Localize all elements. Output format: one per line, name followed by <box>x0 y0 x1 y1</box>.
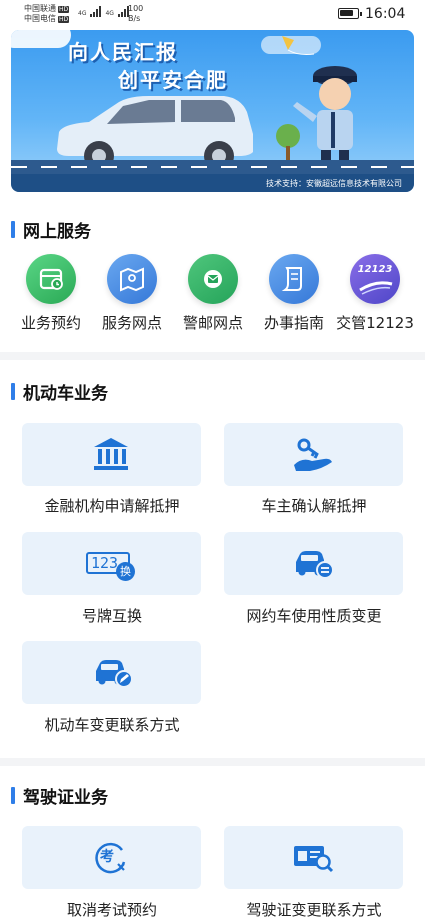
bank-icon <box>94 438 128 470</box>
guide-icon <box>269 254 319 304</box>
battery-level <box>340 10 353 16</box>
service-police-post[interactable]: 警邮网点 <box>171 254 255 333</box>
carrier-1: 中国联通 <box>24 4 56 13</box>
card-license-change-contact[interactable] <box>224 826 403 889</box>
map-icon <box>107 254 157 304</box>
section-accent-bar <box>11 221 15 238</box>
cancel-exam-icon: 考 <box>94 840 128 874</box>
status-bar: 中国联通 HD 中国电信 HD 4G 4G 100 B/s 16:04 <box>0 0 425 28</box>
card-owner-confirm-release[interactable] <box>224 423 403 486</box>
calendar-icon <box>26 254 76 304</box>
hd-badge: HD <box>58 5 70 13</box>
car-change-icon <box>296 551 334 579</box>
banner-credit: 技术支持：安徽超远信息技术有限公司 <box>266 179 402 188</box>
battery-icon <box>338 8 362 19</box>
section-divider <box>0 352 425 360</box>
road-dash-decoration <box>11 166 414 168</box>
card-plate-swap[interactable]: 123 换 <box>22 532 201 595</box>
card-label[interactable]: 车主确认解抵押 <box>214 495 414 516</box>
hd-badge: HD <box>58 15 70 23</box>
kite-icon <box>282 36 315 55</box>
12123-logo-icon: 12123 <box>350 254 400 304</box>
section-accent-bar <box>11 787 15 804</box>
plate-swap-icon: 123 换 <box>86 548 135 581</box>
card-cancel-exam-appointment[interactable]: 考 <box>22 826 201 889</box>
carrier-2: 中国电信 <box>24 14 56 23</box>
signal-icon: 4G 4G <box>78 6 129 17</box>
section-accent-bar <box>11 383 15 400</box>
promo-banner[interactable]: 向人民汇报 创平安合肥 技术支持：安徽超远信息技术有限公司 <box>11 30 414 192</box>
service-outlets[interactable]: 服务网点 <box>90 254 174 333</box>
card-label[interactable]: 号牌互换 <box>12 605 212 626</box>
carrier-info: 中国联通 HD 中国电信 HD <box>24 4 70 24</box>
car-edit-icon <box>96 660 133 688</box>
card-label[interactable]: 取消考试预约 <box>12 899 212 920</box>
cloud-decoration <box>11 30 71 48</box>
service-appointment[interactable]: 业务预约 <box>9 254 93 333</box>
card-bank-release-mortgage[interactable] <box>22 423 201 486</box>
service-12123[interactable]: 12123 交管12123 <box>333 254 417 333</box>
section-title-license-business: 驾驶证业务 <box>11 783 108 808</box>
card-ride-hailing-change[interactable] <box>224 532 403 595</box>
card-label[interactable]: 网约车使用性质变更 <box>214 605 414 626</box>
police-mascot-illustration <box>293 66 357 170</box>
hand-key-icon <box>294 438 332 471</box>
section-title-online-services: 网上服务 <box>11 217 91 242</box>
card-label[interactable]: 驾驶证变更联系方式 <box>214 899 414 920</box>
banner-title-line1: 向人民汇报 <box>68 40 178 64</box>
card-label[interactable]: 机动车变更联系方式 <box>12 714 212 735</box>
clock: 16:04 <box>365 6 406 22</box>
section-divider <box>0 758 425 766</box>
mail-icon <box>188 254 238 304</box>
card-vehicle-change-contact[interactable] <box>22 641 201 704</box>
card-label[interactable]: 金融机构申请解抵押 <box>12 495 212 516</box>
section-title-vehicle-business: 机动车业务 <box>11 379 108 404</box>
license-search-icon <box>294 846 334 873</box>
service-guide[interactable]: 办事指南 <box>252 254 336 333</box>
network-speed: 100 B/s <box>128 4 144 23</box>
banner-title-line2: 创平安合肥 <box>118 68 228 92</box>
